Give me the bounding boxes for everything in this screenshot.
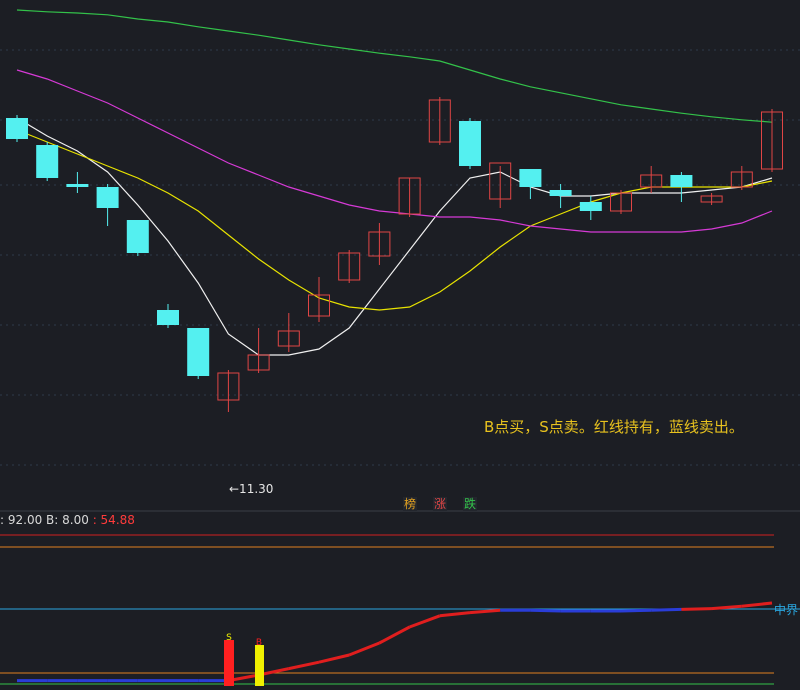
candle-body-down (187, 328, 210, 376)
candle-body-down (579, 202, 602, 211)
indicator-segment (348, 641, 380, 657)
indicator-segment (378, 625, 411, 645)
ma-line (16, 69, 773, 233)
candle-body-down (549, 190, 572, 196)
indicator-segment (409, 614, 441, 629)
candle-body-down (670, 175, 693, 187)
indicator-segment (741, 601, 773, 608)
badge-zhang[interactable]: 涨 (433, 497, 447, 511)
param-b: B: 8.00 (46, 513, 89, 527)
moving-average-lines (16, 9, 773, 356)
candle-body-down (519, 169, 542, 187)
strategy-note: B点买，S点卖。红线持有，蓝线卖出。 (484, 418, 744, 436)
candle-body-down (6, 118, 28, 139)
grid-lines (0, 49, 800, 512)
badge-bang[interactable]: 榜 (403, 497, 417, 511)
sell-signal-bar (224, 640, 234, 686)
indicator-panel: SB (0, 534, 800, 686)
indicator-segment (288, 660, 320, 671)
badge-die[interactable]: 跌 (463, 497, 477, 511)
candle-body-down (459, 121, 481, 166)
zhongjie-label: 中界 (774, 603, 799, 617)
candle-body-down (36, 145, 59, 178)
candle-body-down (66, 184, 89, 187)
candle-body-down (96, 187, 119, 208)
badge-bar: 榜 涨 跌 (403, 497, 477, 511)
indicator-segment (469, 608, 501, 615)
candle-body-down (126, 220, 149, 253)
indicator-params: : 92.00 B: 8.00 : 54.88 (0, 513, 135, 527)
signal-s-label: S (226, 633, 232, 643)
indicator-segment (620, 608, 652, 613)
indicator-segment (711, 604, 742, 611)
param-c: : 54.88 (92, 513, 135, 527)
candlestick-chart: SB (0, 9, 800, 686)
signal-b-label: B (256, 638, 262, 648)
indicator-segment (651, 607, 682, 612)
indicator-segment (318, 653, 350, 664)
ma-line (16, 9, 773, 123)
buy-signal-bar (255, 645, 264, 686)
indicator-segment (530, 608, 561, 613)
param-a: : 92.00 (0, 513, 43, 527)
indicator-segment (439, 611, 471, 618)
candle-body-down (157, 310, 179, 325)
indicator-segment (681, 607, 712, 611)
min-price-label: ←11.30 (229, 482, 274, 496)
